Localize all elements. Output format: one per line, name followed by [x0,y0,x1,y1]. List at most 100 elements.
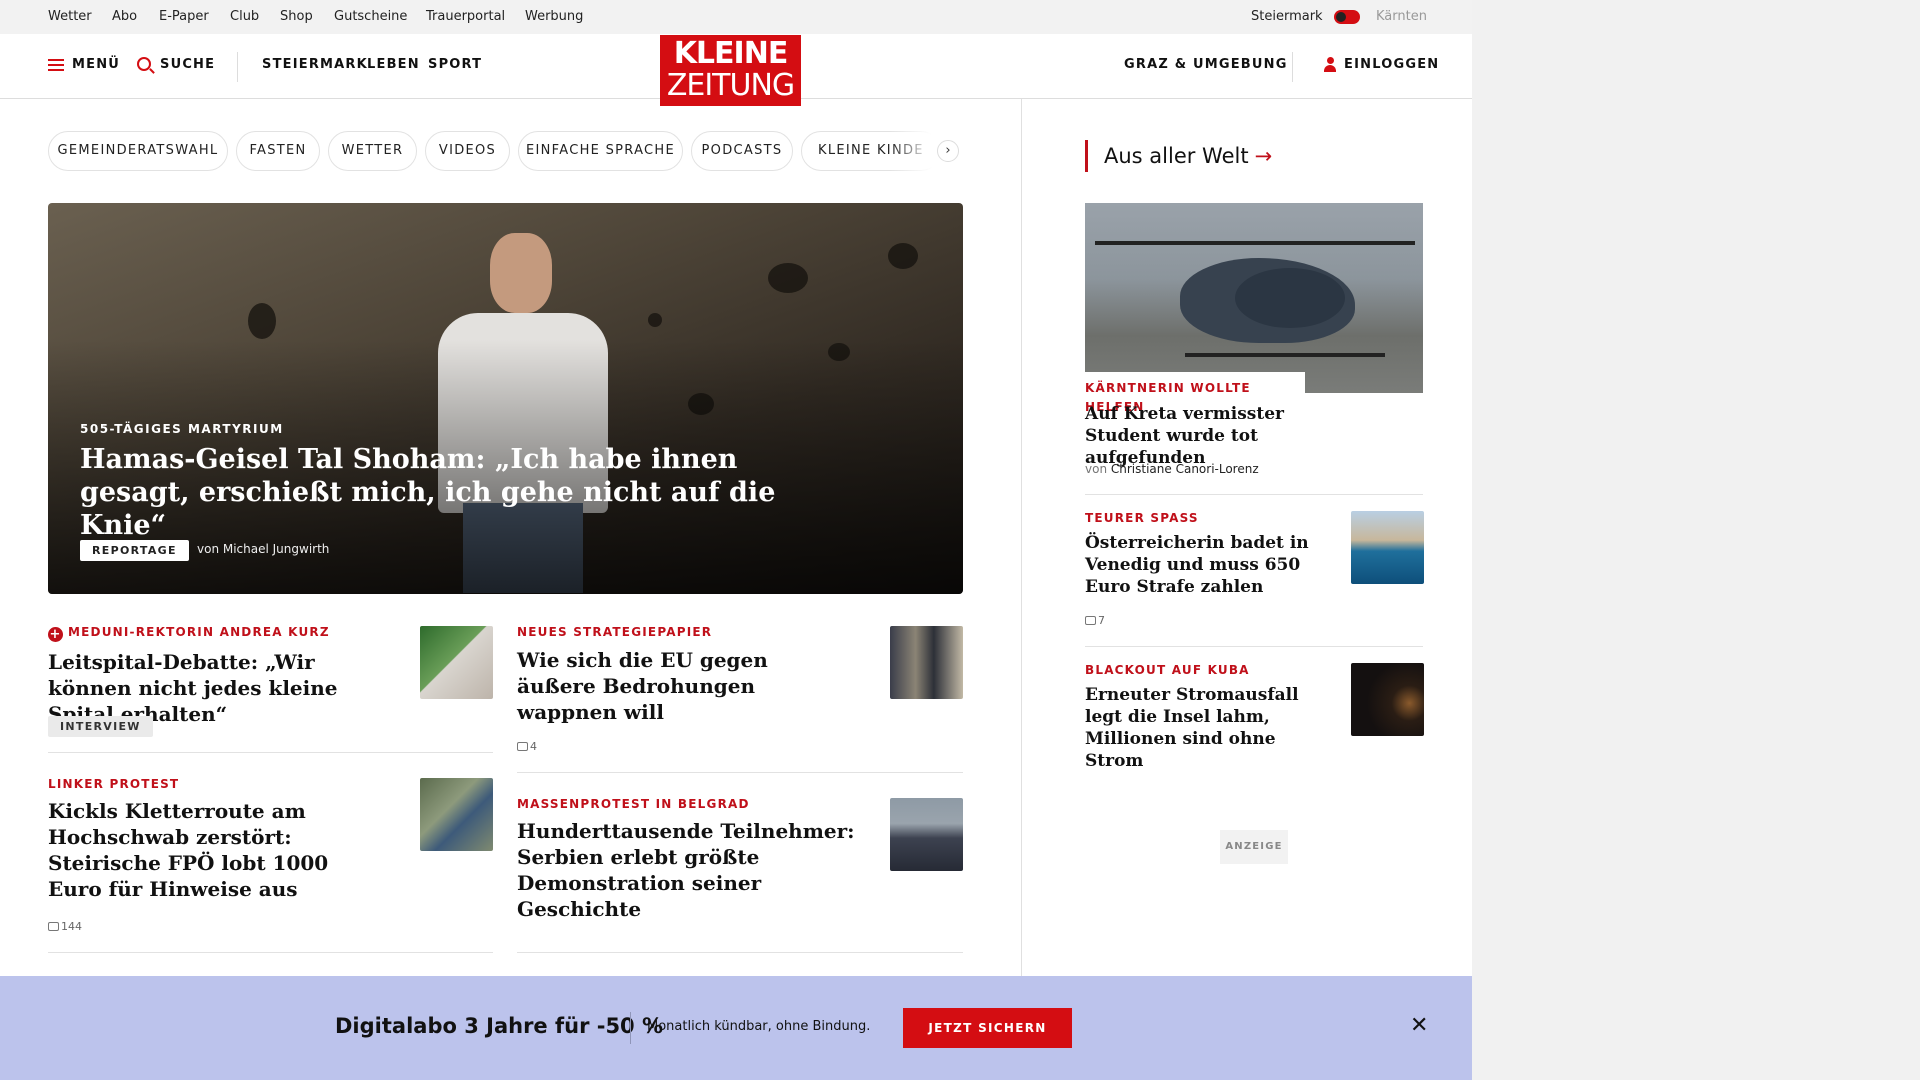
util-link-werbung[interactable]: Werbung [525,9,583,24]
side-item-title[interactable]: Österreicherin badet in Venedig und muss… [1085,532,1315,598]
side-item-kicker: TEURER SPASS [1085,511,1199,525]
hero-title[interactable]: Hamas-Geisel Tal Shoham: „Ich habe ihnen… [80,443,840,542]
pill-einfache-sprache[interactable]: EINFACHE SPRACHE [518,131,683,171]
login-button[interactable]: EINLOGGEN [1344,57,1439,72]
comment-count-value: 4 [530,740,537,753]
side-item-title[interactable]: Erneuter Stromausfall legt die Insel lah… [1085,684,1330,772]
nav-steiermark[interactable]: STEIERMARK [262,57,368,72]
arrow-right-icon: → [1254,144,1273,168]
featured-image-helicopter[interactable] [1085,203,1423,393]
search-icon[interactable] [137,57,151,71]
comment-count-value: 144 [61,920,82,933]
article-title[interactable]: Wie sich die EU gegen äußere Bedrohungen… [517,647,847,725]
article-card-belgrad[interactable]: MASSENPROTEST IN BELGRAD Hunderttausende… [517,797,867,922]
promo-subtext: Monatlich kündbar, ohne Bindung. [647,1019,871,1034]
logo-line-1: KLEINE [673,36,789,71]
separator [517,772,963,773]
side-item-kicker: BLACKOUT AUF KUBA [1085,663,1250,677]
article-title[interactable]: Hunderttausende Teilnehmer: Serbien erle… [517,818,867,922]
pill-videos[interactable]: VIDEOS [425,131,510,171]
promo-headline: Digitalabo 3 Jahre für -50 % [335,1014,664,1038]
side-item-thumbnail[interactable] [1351,663,1424,736]
logo-line-2: ZEITUNG [666,68,795,103]
menu-button[interactable]: MENÜ [72,57,120,72]
search-button[interactable]: SUCHE [160,57,215,72]
section-title: Aus aller Welt [1104,144,1249,168]
region-kaernten[interactable]: Kärnten [1376,9,1427,24]
article-card-hochschwab[interactable]: LINKER PROTEST Kickls Kletterroute am Ho… [48,777,348,902]
article-kicker: LINKER PROTEST [48,777,180,791]
separator [48,752,493,753]
util-link-club[interactable]: Club [230,9,259,24]
pill-gemeinderatswahl[interactable]: GEMEINDERATSWAHL [48,131,228,171]
util-link-trauerportal[interactable]: Trauerportal [426,9,505,24]
comment-count[interactable]: 144 [48,920,82,933]
main-header: MENÜ SUCHE STEIERMARK LEBEN SPORT KLEINE… [0,34,1472,106]
byline-author[interactable]: Christiane Canori-Lorenz [1111,462,1259,476]
comment-count[interactable]: 7 [1085,614,1105,627]
pill-fasten[interactable]: FASTEN [236,131,320,171]
header-divider [237,52,238,82]
header-divider-right [1292,52,1293,82]
region-toggle[interactable] [1334,10,1360,24]
util-link-gutscheine[interactable]: Gutscheine [334,9,407,24]
page-background-right [1472,0,1920,1080]
hero-kicker: 505-TÄGIGES MARTYRIUM [80,422,284,436]
pills-next-button[interactable]: › [937,140,959,162]
helicopter-rotor [1095,241,1415,245]
kleine-zeitung-logo[interactable]: KLEINE ZEITUNG [660,35,801,106]
article-card-leitspital[interactable]: + MEDUNI-REKTORIN ANDREA KURZ Leitspital-… [48,625,388,727]
article-kicker: MASSENPROTEST IN BELGRAD [517,797,750,811]
article-thumbnail[interactable] [420,626,493,699]
hero-tag-reportage: REPORTAGE [80,540,189,561]
utility-bar: Wetter Abo E-Paper Club Shop Gutscheine … [0,0,1472,34]
column-divider [1021,99,1022,979]
comment-count-value: 7 [1098,614,1105,627]
ad-label: ANZEIGE [1220,830,1288,864]
hero-article[interactable]: 505-TÄGIGES MARTYRIUM Hamas-Geisel Tal S… [48,203,963,594]
article-thumbnail[interactable] [890,798,963,871]
jetzt-sichern-button[interactable]: JETZT SICHERN [903,1008,1072,1048]
pill-podcasts[interactable]: PODCASTS [691,131,793,171]
util-link-epaper[interactable]: E-Paper [159,9,209,24]
featured-title[interactable]: Auf Kreta vermisster Student wurde tot a… [1085,403,1355,469]
region-steiermark[interactable]: Steiermark [1251,9,1323,24]
location-button[interactable]: GRAZ & UMGEBUNG [1124,57,1288,72]
util-link-wetter[interactable]: Wetter [48,9,92,24]
toggle-knob [1336,12,1346,22]
comment-count[interactable]: 4 [517,740,537,753]
side-item-thumbnail[interactable] [1351,511,1424,584]
subscription-banner: Digitalabo 3 Jahre für -50 % Monatlich k… [0,976,1472,1080]
pill-wetter[interactable]: WETTER [328,131,417,171]
comment-icon [48,922,59,931]
article-kicker: MEDUNI-REKTORIN ANDREA KURZ [68,625,330,639]
util-link-shop[interactable]: Shop [280,9,313,24]
article-thumbnail[interactable] [420,778,493,851]
helicopter-window [1235,268,1345,328]
separator [1085,494,1423,495]
hero-author[interactable]: von Michael Jungwirth [197,542,329,556]
separator [1085,646,1423,647]
user-icon[interactable] [1324,57,1336,73]
comment-icon [517,742,528,751]
section-heading-aus-aller-welt[interactable]: Aus aller Welt → [1085,140,1272,172]
comment-icon [1085,616,1096,625]
article-card-eu[interactable]: NEUES STRATEGIEPAPIER Wie sich die EU ge… [517,625,847,725]
hamburger-icon[interactable] [48,59,64,71]
article-title[interactable]: Kickls Kletterroute am Hochschwab zerstö… [48,798,348,902]
byline-prefix: von [1085,462,1108,476]
article-kicker: NEUES STRATEGIEPAPIER [517,625,713,639]
nav-leben[interactable]: LEBEN [367,57,420,72]
separator [48,952,493,953]
featured-byline: von Christiane Canori-Lorenz [1085,462,1259,476]
util-link-abo[interactable]: Abo [112,9,137,24]
helicopter-skid [1185,353,1385,357]
article-thumbnail[interactable] [890,626,963,699]
plus-icon: + [48,627,63,642]
close-icon[interactable]: ✕ [1410,1014,1428,1038]
page: Wetter Abo E-Paper Club Shop Gutscheine … [0,0,1472,1080]
separator [517,952,963,953]
nav-sport[interactable]: SPORT [428,57,482,72]
promo-divider [630,1012,631,1044]
tag-interview: INTERVIEW [48,716,153,737]
